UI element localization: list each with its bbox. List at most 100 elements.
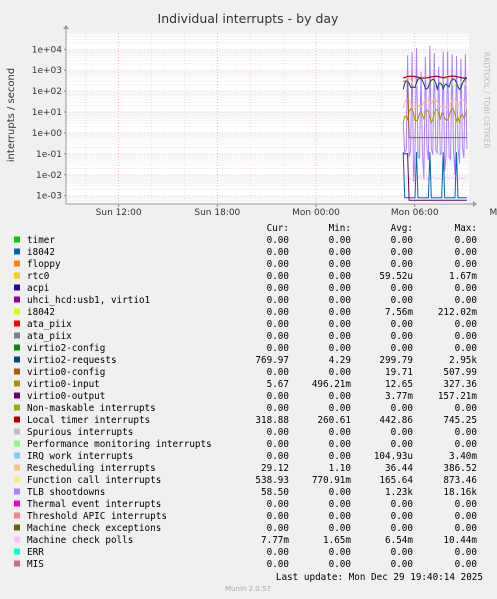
y-axis-label: interrupts / second [6, 68, 17, 162]
legend-value: 0.00 [391, 559, 413, 570]
legend-value: 0.00 [267, 343, 289, 354]
legend-value: 3.77m [385, 391, 413, 402]
legend-value: 0.00 [329, 559, 351, 570]
legend-value: 0.00 [329, 367, 351, 378]
legend-name: virtio0-input [27, 379, 100, 390]
legend-value: 0.00 [391, 511, 413, 522]
legend-name: ata_piix [27, 331, 72, 342]
legend-value: 1.67m [449, 271, 477, 282]
legend-name: i8042 [27, 247, 55, 258]
y-tick-label: 1e+03 [32, 66, 62, 76]
legend-swatch [14, 380, 20, 387]
legend-value: 0.00 [329, 499, 351, 510]
legend-value: 0.00 [267, 295, 289, 306]
legend-value: 12.65 [385, 379, 413, 390]
legend-value: 0.00 [267, 259, 289, 270]
legend-swatch [14, 500, 20, 507]
legend-value: 442.86 [379, 415, 413, 426]
legend-value: 36.44 [385, 463, 413, 474]
x-tick-label: Mon 00:00 [292, 208, 340, 218]
legend-value: 0.00 [267, 283, 289, 294]
legend-swatch [14, 368, 20, 375]
legend-swatch [14, 464, 20, 471]
legend-value: 0.00 [391, 523, 413, 534]
legend-name: Function call interrupts [27, 475, 161, 486]
munin-version: Munin 2.0.57 [225, 585, 271, 593]
legend-value: 0.00 [455, 247, 477, 258]
legend-value: 0.00 [455, 295, 477, 306]
legend-value: 0.00 [391, 427, 413, 438]
legend-swatch [14, 356, 20, 363]
legend-value: 0.00 [455, 343, 477, 354]
legend-value: 10.44m [443, 535, 477, 546]
legend-value: 0.00 [455, 427, 477, 438]
x-tick-label: Sun 12:00 [96, 208, 142, 218]
legend-value: 0.00 [329, 439, 351, 450]
legend-value: 0.00 [329, 271, 351, 282]
legend-value: 0.00 [391, 295, 413, 306]
legend-value: 0.00 [455, 547, 477, 558]
legend-value: 0.00 [391, 343, 413, 354]
legend-value: 165.64 [379, 475, 413, 486]
y-tick-label: 1e+00 [32, 129, 63, 139]
legend-value: 770.91m [312, 475, 352, 486]
legend-value: 58.50 [261, 487, 289, 498]
legend-value: 0.00 [391, 439, 413, 450]
legend-value: 0.00 [455, 559, 477, 570]
legend-swatch [14, 272, 20, 279]
legend-value: 0.00 [455, 235, 477, 246]
chart-title: Individual interrupts - by day [158, 11, 340, 26]
legend-value: 0.00 [329, 403, 351, 414]
legend-name: ata_piix [27, 319, 72, 330]
legend-value: 769.97 [255, 355, 289, 366]
legend-value: 260.61 [317, 415, 351, 426]
legend-value: 0.00 [455, 259, 477, 270]
legend-name: Rescheduling interrupts [27, 463, 156, 474]
legend-name: rtc0 [27, 271, 49, 282]
legend-value: 1.65m [323, 535, 351, 546]
legend-value: 0.00 [329, 511, 351, 522]
legend-name: Machine check exceptions [27, 523, 161, 534]
legend-value: 1.23k [385, 487, 413, 498]
y-tick-label: 1e-01 [36, 150, 62, 160]
legend-value: 0.00 [391, 283, 413, 294]
legend-value: 0.00 [267, 547, 289, 558]
legend-value: 0.00 [391, 547, 413, 558]
legend-value: 0.00 [391, 331, 413, 342]
legend-swatch [14, 260, 20, 267]
legend-value: 19.71 [385, 367, 413, 378]
legend-value: 0.00 [267, 439, 289, 450]
legend-name: Non-maskable interrupts [27, 403, 156, 414]
legend-value: 0.00 [329, 247, 351, 258]
legend-value: 212.02m [438, 307, 478, 318]
legend-value: 0.00 [329, 487, 351, 498]
legend-value: 104.93u [374, 451, 413, 462]
legend-value: 0.00 [267, 523, 289, 534]
legend-value: 0.00 [391, 403, 413, 414]
legend-name: ERR [27, 547, 44, 558]
legend-value: 0.00 [455, 499, 477, 510]
legend-value: 0.00 [329, 331, 351, 342]
legend-value: 0.00 [455, 511, 477, 522]
y-axis-arrow [63, 25, 69, 29]
legend-swatch [14, 524, 20, 531]
legend-name: Local timer interrupts [27, 415, 150, 426]
legend-value: 496.21m [312, 379, 352, 390]
legend-swatch [14, 536, 20, 543]
legend-swatch [14, 404, 20, 411]
legend-value: 1.10 [329, 463, 351, 474]
legend-value: 0.00 [391, 247, 413, 258]
x-ticks: Sun 12:00 Sun 18:00 Mon 00:00 Mon 06:00 Mon … [96, 204, 497, 218]
legend-value: 0.00 [267, 511, 289, 522]
legend-swatch [14, 488, 20, 495]
legend-value: 3.40m [449, 451, 477, 462]
legend-value: 0.00 [455, 439, 477, 450]
legend-name: uhci_hcd:usb1, virtio1 [27, 295, 150, 306]
legend-value: 0.00 [267, 427, 289, 438]
legend-swatch [14, 284, 20, 291]
y-tick-label: 1e+02 [32, 87, 62, 97]
legend-swatch [14, 476, 20, 483]
legend-name: Thermal event interrupts [27, 499, 161, 510]
legend-value: 0.00 [329, 295, 351, 306]
legend-value: 873.46 [443, 475, 477, 486]
